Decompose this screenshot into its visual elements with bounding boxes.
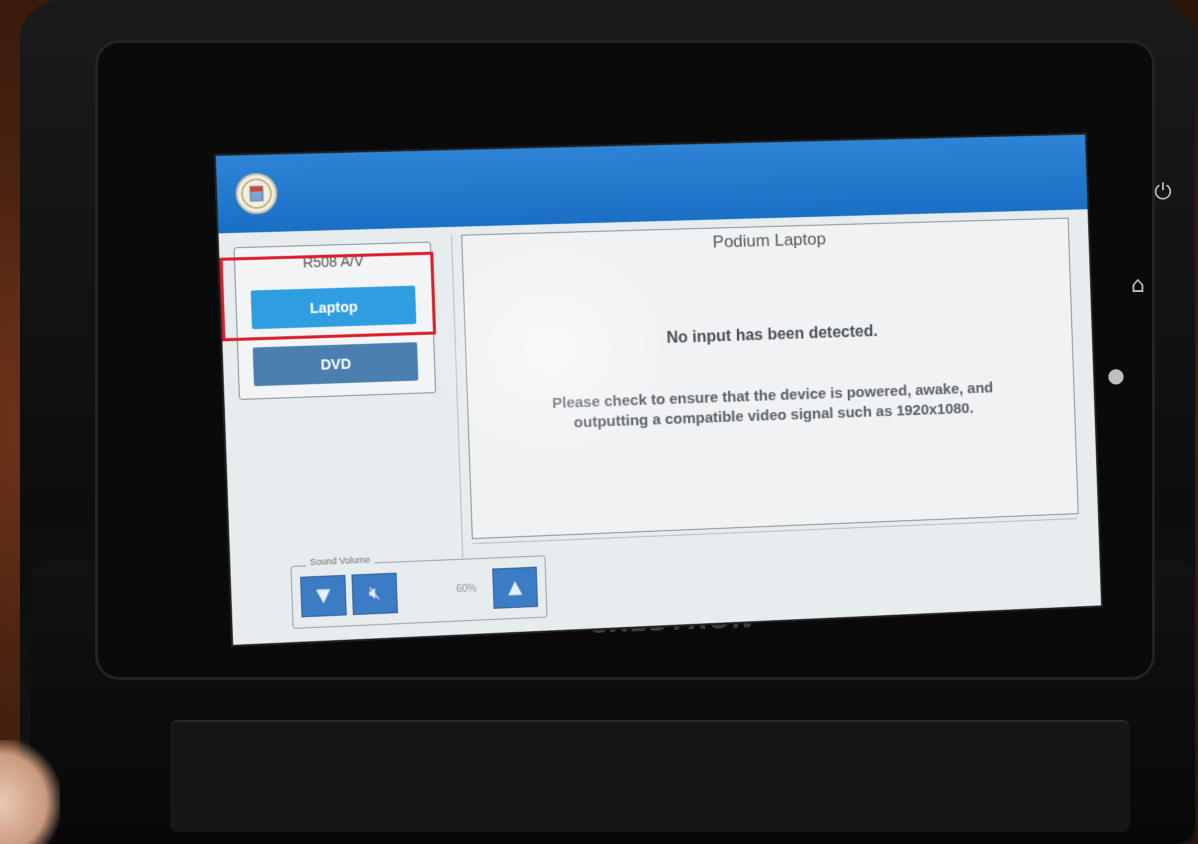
red-highlight-box xyxy=(219,252,436,342)
volume-down-button[interactable]: ▼ xyxy=(300,575,347,618)
home-icon[interactable]: ⌂ xyxy=(1125,273,1151,299)
no-input-message: No input has been detected. xyxy=(466,317,1072,355)
light-bulb-icon[interactable]: ● xyxy=(1103,362,1129,388)
volume-control-group: Sound Volume ▼ 🔇︎ 60% ▲ xyxy=(290,555,547,629)
divider xyxy=(451,235,463,558)
volume-level: 60% xyxy=(446,583,487,596)
photo-scene: CRESTRON ⏻ ⌂ ● ▲ ▼ R508 A/V Laptop DVD P… xyxy=(0,0,1198,844)
chevron-down-icon: ▼ xyxy=(316,585,331,607)
volume-label: Sound Volume xyxy=(306,554,375,567)
dvd-source-button[interactable]: DVD xyxy=(253,342,419,386)
touch-screen: R508 A/V Laptop DVD Podium Laptop No inp… xyxy=(216,135,1101,645)
source-preview-panel: Podium Laptop No input has been detected… xyxy=(461,218,1079,540)
mute-icon: 🔇︎ xyxy=(369,582,381,604)
device-stand xyxy=(170,720,1130,832)
chevron-up-icon: ▲ xyxy=(508,576,523,598)
power-icon[interactable]: ⏻ xyxy=(1150,180,1176,206)
preview-title: Podium Laptop xyxy=(462,223,1068,260)
troubleshooting-text: Please check to ensure that the device i… xyxy=(539,378,1007,435)
seal-logo xyxy=(235,173,278,215)
volume-up-button[interactable]: ▲ xyxy=(492,567,538,609)
finger-edge xyxy=(0,740,60,844)
mute-button[interactable]: 🔇︎ xyxy=(351,573,397,615)
